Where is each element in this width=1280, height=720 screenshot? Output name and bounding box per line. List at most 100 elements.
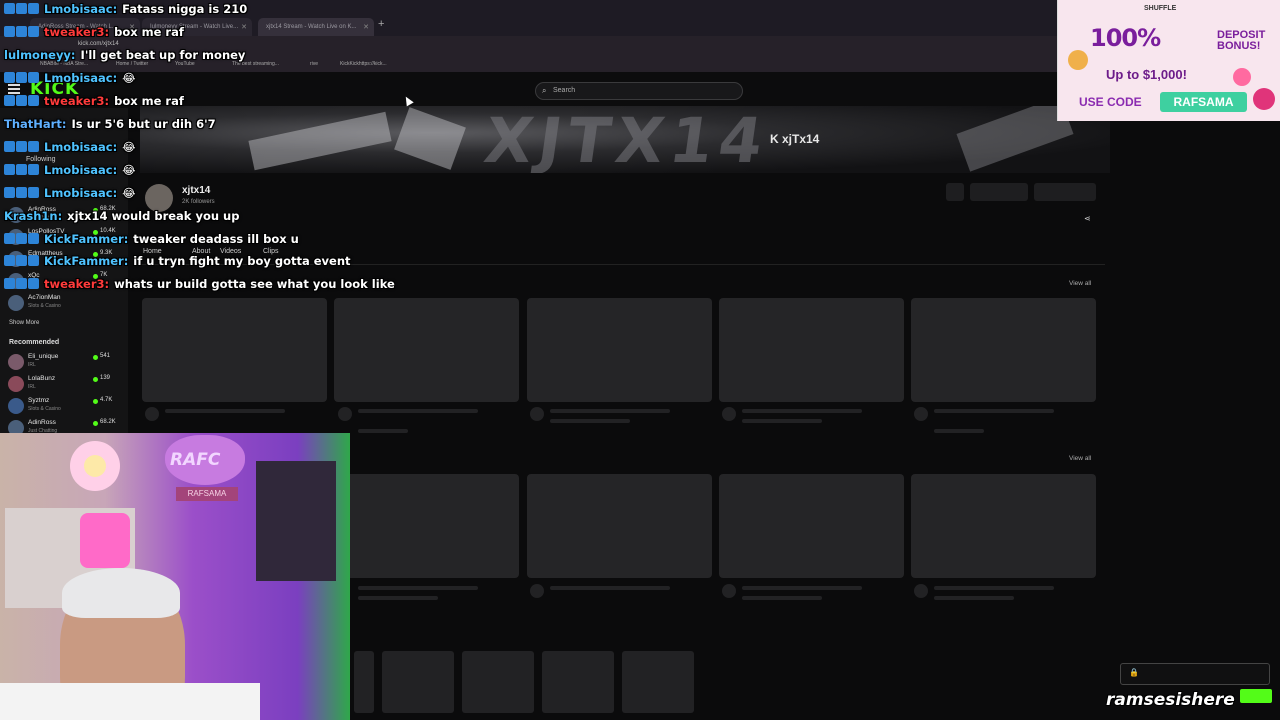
view-all-link[interactable]: View all — [1069, 280, 1091, 287]
menu-icon[interactable] — [8, 84, 20, 94]
sidebar-channel[interactable]: xQc 7K — [6, 272, 124, 292]
chat-input-locked[interactable]: 🔒 — [1120, 663, 1270, 685]
clip-card-placeholder[interactable] — [542, 651, 614, 713]
clip-card-placeholder[interactable] — [354, 651, 374, 713]
site-header: KICK ⌕ Search — [0, 72, 1110, 108]
close-icon[interactable]: ✕ — [241, 23, 247, 31]
sidebar-channel[interactable]: LolaBunz IRL 139 — [6, 375, 124, 395]
sidebar-channel[interactable]: Edmattheus 9.3K — [6, 250, 124, 270]
live-dot — [93, 399, 98, 404]
avatar-placeholder — [722, 407, 736, 421]
avatar — [8, 251, 24, 267]
video-card-placeholder[interactable] — [527, 474, 712, 578]
sidebar-channel[interactable]: Ac7ionMan Slots & Casino — [6, 294, 124, 314]
cherry-icon — [1253, 88, 1275, 110]
video-card-placeholder[interactable] — [334, 474, 519, 578]
video-card-placeholder[interactable] — [142, 298, 327, 402]
bookmark-item[interactable]: Home / Twitter — [116, 61, 148, 67]
show-more-link[interactable]: Show More — [9, 320, 39, 326]
sidebar-channel[interactable]: Eli_unique IRL 541 — [6, 353, 124, 373]
new-tab-button[interactable]: + — [378, 18, 384, 30]
clip-card-placeholder[interactable] — [382, 651, 454, 713]
video-card-placeholder[interactable] — [719, 298, 904, 402]
close-icon[interactable]: ✕ — [129, 23, 135, 31]
text-placeholder — [358, 409, 478, 413]
video-card-placeholder[interactable] — [911, 474, 1096, 578]
sidebar-channel[interactable]: AdinRoss Just Chatting 68.2K — [6, 206, 124, 226]
search-icon: ⌕ — [542, 86, 547, 95]
avatar-placeholder — [145, 407, 159, 421]
channel-avatar[interactable] — [145, 184, 173, 212]
avatar-placeholder — [722, 584, 736, 598]
live-dot — [93, 230, 98, 235]
avatar — [8, 398, 24, 414]
live-dot — [93, 421, 98, 426]
bookmark-item[interactable]: KickKickhttps://kick... — [340, 61, 387, 67]
placeholder-button[interactable] — [970, 183, 1028, 201]
browser-tab-active[interactable]: xjtx14 Stream - Watch Live on K... ✕ — [258, 18, 374, 36]
tab-videos[interactable]: Videos — [220, 248, 241, 255]
sidebar-channel[interactable]: LosPollosTV 10.4K — [6, 228, 124, 248]
close-icon[interactable]: ✕ — [363, 23, 369, 31]
search-input[interactable]: ⌕ Search — [535, 82, 743, 100]
placeholder-button[interactable] — [946, 183, 964, 201]
bookmark-item[interactable]: NBABite - NBA Stre... — [40, 61, 88, 67]
bookmark-item[interactable]: rive — [310, 61, 318, 67]
cam-label: RAFSAMA — [176, 487, 238, 501]
live-dot — [93, 377, 98, 382]
view-all-link[interactable]: View all — [1069, 455, 1091, 462]
follower-count: 2K followers — [182, 199, 215, 205]
ad-promo-code: RAFSAMA — [1160, 92, 1247, 112]
lock-icon: 🔒 — [1129, 668, 1139, 677]
channel-name[interactable]: xjtx14 — [182, 185, 210, 196]
kick-logo[interactable]: KICK — [30, 79, 79, 99]
tab-clips[interactable]: Clips — [263, 248, 279, 255]
clip-card-placeholder[interactable] — [622, 651, 694, 713]
avatar — [8, 295, 24, 311]
divider — [140, 264, 1105, 265]
browser-tab[interactable]: Iulmoneyy Stream - Watch Live... ✕ — [142, 18, 252, 36]
avatar-placeholder — [914, 407, 928, 421]
webcam-feed: RAFC RAFSAMA — [0, 433, 350, 720]
address-bar[interactable]: kick.com/xjtx14 — [0, 36, 1057, 58]
search-placeholder: Search — [553, 87, 576, 94]
cherry-icon — [1233, 68, 1251, 86]
text-placeholder — [934, 596, 1014, 600]
recommended-heading: Recommended — [9, 339, 60, 346]
tab-home[interactable]: Home — [143, 248, 162, 255]
live-dot — [93, 208, 98, 213]
avatar — [8, 229, 24, 245]
avatar-placeholder — [530, 584, 544, 598]
text-placeholder — [934, 409, 1054, 413]
video-card-placeholder[interactable] — [527, 298, 712, 402]
placeholder-button[interactable] — [1034, 183, 1096, 201]
bookmark-item[interactable]: The best streaming... — [232, 61, 279, 67]
banner-art — [248, 111, 392, 171]
bookmark-item[interactable]: YouTube — [175, 61, 195, 67]
text-placeholder — [742, 409, 862, 413]
video-card-placeholder[interactable] — [334, 298, 519, 402]
sponsor-ad: SHUFFLE 100% DEPOSIT BONUS! Up to $1,000!… — [1057, 0, 1280, 121]
url-text[interactable]: kick.com/xjtx14 — [78, 41, 119, 47]
text-placeholder — [550, 586, 670, 590]
banner-art — [956, 106, 1074, 172]
text-placeholder — [934, 429, 984, 433]
text-placeholder — [742, 596, 822, 600]
share-icon[interactable]: ⋖ — [1084, 214, 1091, 223]
clip-card-placeholder[interactable] — [462, 651, 534, 713]
browser-tab[interactable]: AdinRoss Stream - Watch L... ✕ — [30, 18, 140, 36]
tab-about[interactable]: About — [192, 248, 210, 255]
video-card-placeholder[interactable] — [719, 474, 904, 578]
text-placeholder — [358, 586, 478, 590]
ad-decoration — [1068, 50, 1088, 70]
ad-brand: SHUFFLE — [1144, 5, 1177, 12]
video-card-placeholder[interactable] — [911, 298, 1096, 402]
sidebar-channel[interactable]: Syztmz Slots & Casino 4.7K — [6, 397, 124, 417]
watermark-badge — [1240, 689, 1272, 703]
text-placeholder — [358, 596, 438, 600]
banner-title: XJTX14 — [479, 106, 774, 173]
banner-handle: K xjTx14 — [770, 132, 820, 146]
channel-banner: XJTX14 K xjTx14 — [140, 106, 1110, 173]
ad-use-code: USE CODE — [1079, 95, 1142, 109]
ad-subline: Up to $1,000! — [1106, 67, 1187, 82]
